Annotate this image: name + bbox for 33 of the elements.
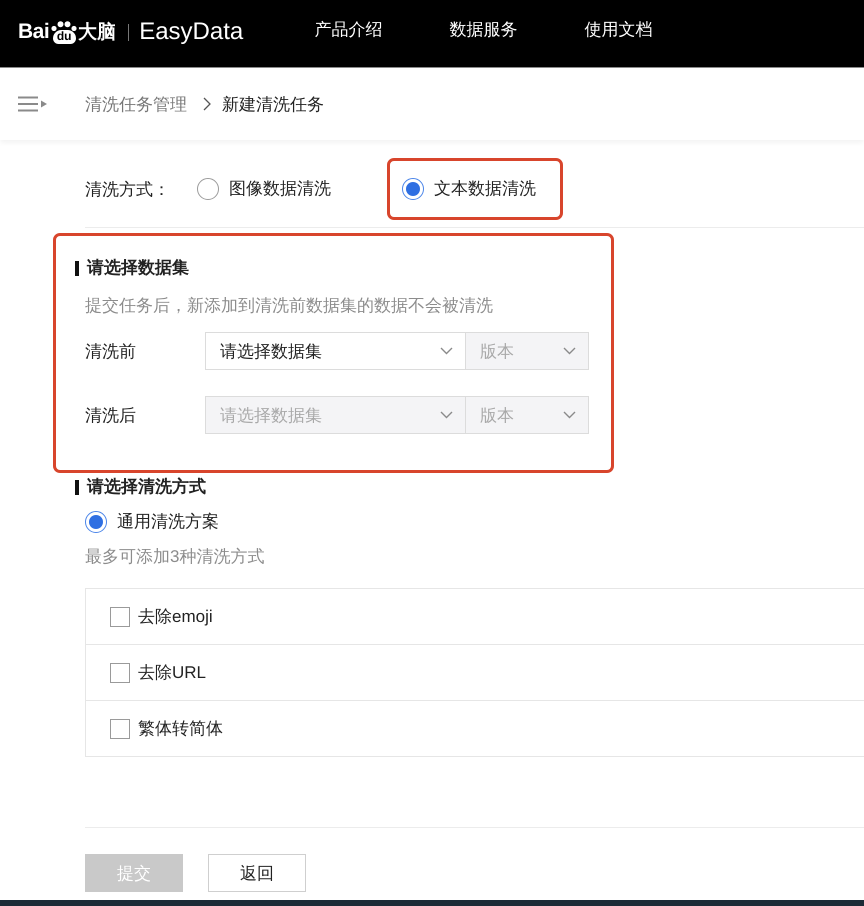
checkbox-option[interactable]: 去除URL — [110, 662, 206, 684]
dataset-select[interactable]: 请选择数据集 — [205, 332, 466, 370]
checkbox-option[interactable]: 去除emoji — [110, 606, 213, 628]
hint-text: 提交任务后，新添加到清洗前数据集的数据不会被清洗 — [85, 295, 494, 317]
chevron-down-icon — [563, 411, 576, 419]
nav-link[interactable]: 数据服务 — [449, 19, 518, 41]
nav-link[interactable]: 使用文档 — [584, 19, 652, 41]
breadcrumb-link[interactable]: 新建清洗任务 — [222, 92, 324, 116]
radio-option[interactable]: 文本数据清洗 — [387, 158, 563, 220]
menu-icon[interactable] — [18, 96, 48, 112]
chevron-down-icon — [563, 347, 576, 355]
back-button[interactable]: 返回 — [208, 854, 306, 892]
chevron-down-icon — [440, 347, 453, 355]
hint-text: 最多可添加3种清洗方式 — [85, 546, 266, 568]
chevron-down-icon — [440, 411, 453, 419]
radio-option[interactable]: 通用清洗方案 — [85, 511, 219, 533]
paw-toes-icon — [51, 20, 78, 30]
nav-link[interactable]: 产品介绍 — [314, 19, 382, 41]
product-name: EasyData — [139, 18, 244, 46]
breadcrumb-link[interactable]: 清洗任务管理 — [85, 92, 187, 116]
radio-option[interactable]: 图像数据清洗 — [182, 158, 358, 220]
section-title: 请选择清洗方式 — [87, 476, 206, 498]
field-label: 清洗后 — [85, 404, 137, 426]
logo-text: Bai — [18, 20, 50, 44]
section-marker-icon — [75, 260, 79, 276]
field-label: 清洗前 — [85, 340, 137, 362]
section-title: 请选择数据集 — [87, 257, 189, 279]
chevron-right-icon — [203, 97, 211, 111]
logo-mark: du — [52, 30, 76, 44]
section-marker-icon — [75, 480, 79, 494]
logo-text: 大脑 — [78, 20, 116, 45]
checkbox-option[interactable]: 繁体转简体 — [110, 718, 223, 740]
field-label: 清洗方式： — [85, 178, 171, 200]
